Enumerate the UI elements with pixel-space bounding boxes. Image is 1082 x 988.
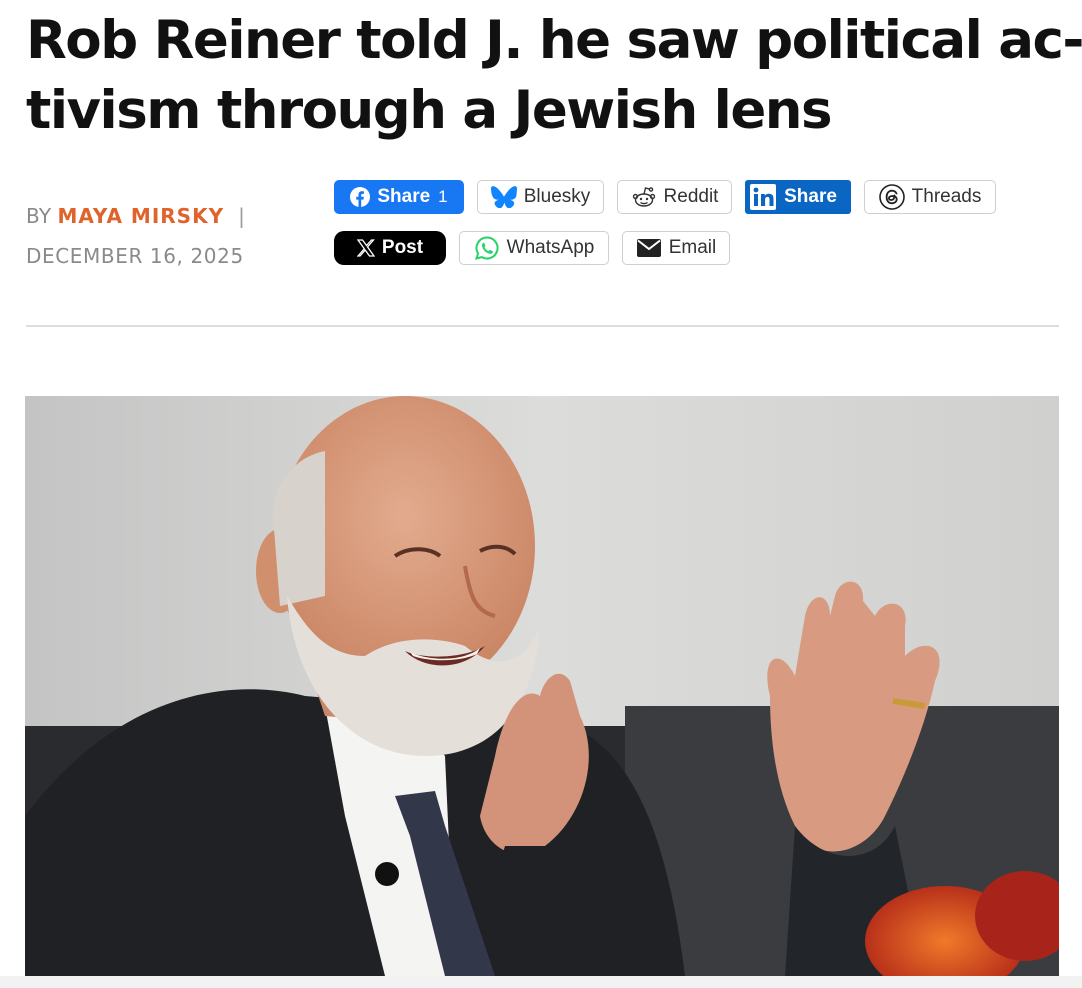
threads-icon: [878, 184, 905, 210]
email-share-button[interactable]: Email: [622, 231, 730, 265]
reddit-share-button[interactable]: Reddit: [617, 180, 732, 214]
facebook-share-count: 1: [438, 187, 448, 206]
linkedin-icon: [749, 183, 777, 211]
byline-prefix: BY: [26, 204, 52, 228]
bluesky-label: Bluesky: [523, 186, 591, 207]
email-label: Email: [668, 237, 717, 258]
facebook-share-button[interactable]: Share 1: [334, 180, 464, 214]
article-headline: Rob Reiner told J. he saw political ac- …: [26, 6, 1082, 146]
section-divider: [26, 325, 1059, 327]
x-logo-icon: [356, 239, 375, 257]
linkedin-share-label: Share: [784, 186, 837, 207]
x-post-label: Post: [381, 237, 424, 258]
threads-share-button[interactable]: Threads: [864, 180, 996, 214]
x-post-button[interactable]: Post: [334, 231, 446, 265]
reddit-alien-icon: [631, 186, 657, 208]
headline-line-1: Rob Reiner told J. he saw political ac-: [26, 10, 1082, 71]
reddit-label: Reddit: [663, 186, 719, 207]
headline-line-2: tivism through a Jewish lens: [26, 80, 833, 141]
article-photo: [25, 396, 1059, 976]
linkedin-share-button[interactable]: Share: [745, 180, 851, 214]
byline: BY MAYA MIRSKY | DECEMBER 16, 2025: [26, 200, 245, 268]
byline-separator: |: [238, 204, 246, 228]
author-link[interactable]: MAYA MIRSKY: [57, 204, 224, 228]
bluesky-share-button[interactable]: Bluesky: [477, 180, 604, 214]
whatsapp-share-button[interactable]: WhatsApp: [459, 231, 609, 265]
facebook-share-label: Share: [377, 186, 431, 207]
page-bottom-edge: [0, 976, 1082, 988]
envelope-icon: [636, 238, 662, 258]
threads-label: Threads: [911, 186, 982, 207]
whatsapp-icon: [474, 235, 500, 261]
butterfly-icon: [490, 186, 517, 208]
facebook-icon: [350, 187, 371, 207]
publish-date: DECEMBER 16, 2025: [26, 244, 244, 268]
share-bar: Share 1 Bluesky Reddit Share Threads Pos…: [334, 180, 1009, 282]
whatsapp-label: WhatsApp: [506, 237, 595, 258]
